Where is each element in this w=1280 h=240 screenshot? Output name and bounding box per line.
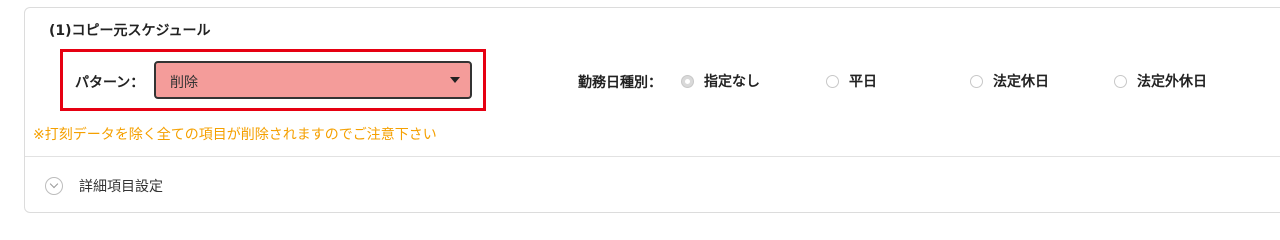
detail-settings-label: 詳細項目設定 bbox=[79, 179, 163, 195]
caret-down-icon bbox=[450, 77, 460, 83]
radio-unspecified[interactable]: 指定なし bbox=[681, 71, 760, 91]
radio-label-weekday: 平日 bbox=[849, 74, 877, 90]
radio-checked-icon bbox=[681, 74, 694, 88]
radio-unchecked-icon bbox=[1114, 74, 1127, 88]
delete-warning-text: ※打刻データを除く全ての項目が削除されますのでご注意下さい bbox=[33, 127, 437, 143]
radio-weekday[interactable]: 平日 bbox=[826, 71, 877, 91]
radio-unchecked-icon bbox=[970, 74, 983, 88]
detail-settings-toggle[interactable]: 詳細項目設定 bbox=[45, 176, 163, 196]
section-title: (1)コピー元スケジュール bbox=[49, 23, 211, 39]
pattern-label: パターン： bbox=[75, 75, 145, 91]
copy-source-schedule-panel: (1)コピー元スケジュール パターン： 削除 勤務日種別： 指定なし 平日 法定… bbox=[24, 7, 1280, 213]
radio-label-non-legal-holiday: 法定外休日 bbox=[1137, 74, 1207, 90]
work-type-label: 勤務日種別： bbox=[578, 75, 662, 91]
radio-unchecked-icon bbox=[826, 74, 839, 88]
pattern-select-value: 削除 bbox=[170, 75, 198, 91]
divider bbox=[25, 156, 1280, 157]
radio-label-unspecified: 指定なし bbox=[704, 74, 760, 90]
pattern-select[interactable]: 削除 bbox=[154, 61, 472, 99]
radio-non-legal-holiday[interactable]: 法定外休日 bbox=[1114, 71, 1207, 91]
chevron-down-circle-icon bbox=[45, 177, 63, 195]
radio-label-legal-holiday: 法定休日 bbox=[993, 74, 1049, 90]
radio-legal-holiday[interactable]: 法定休日 bbox=[970, 71, 1049, 91]
